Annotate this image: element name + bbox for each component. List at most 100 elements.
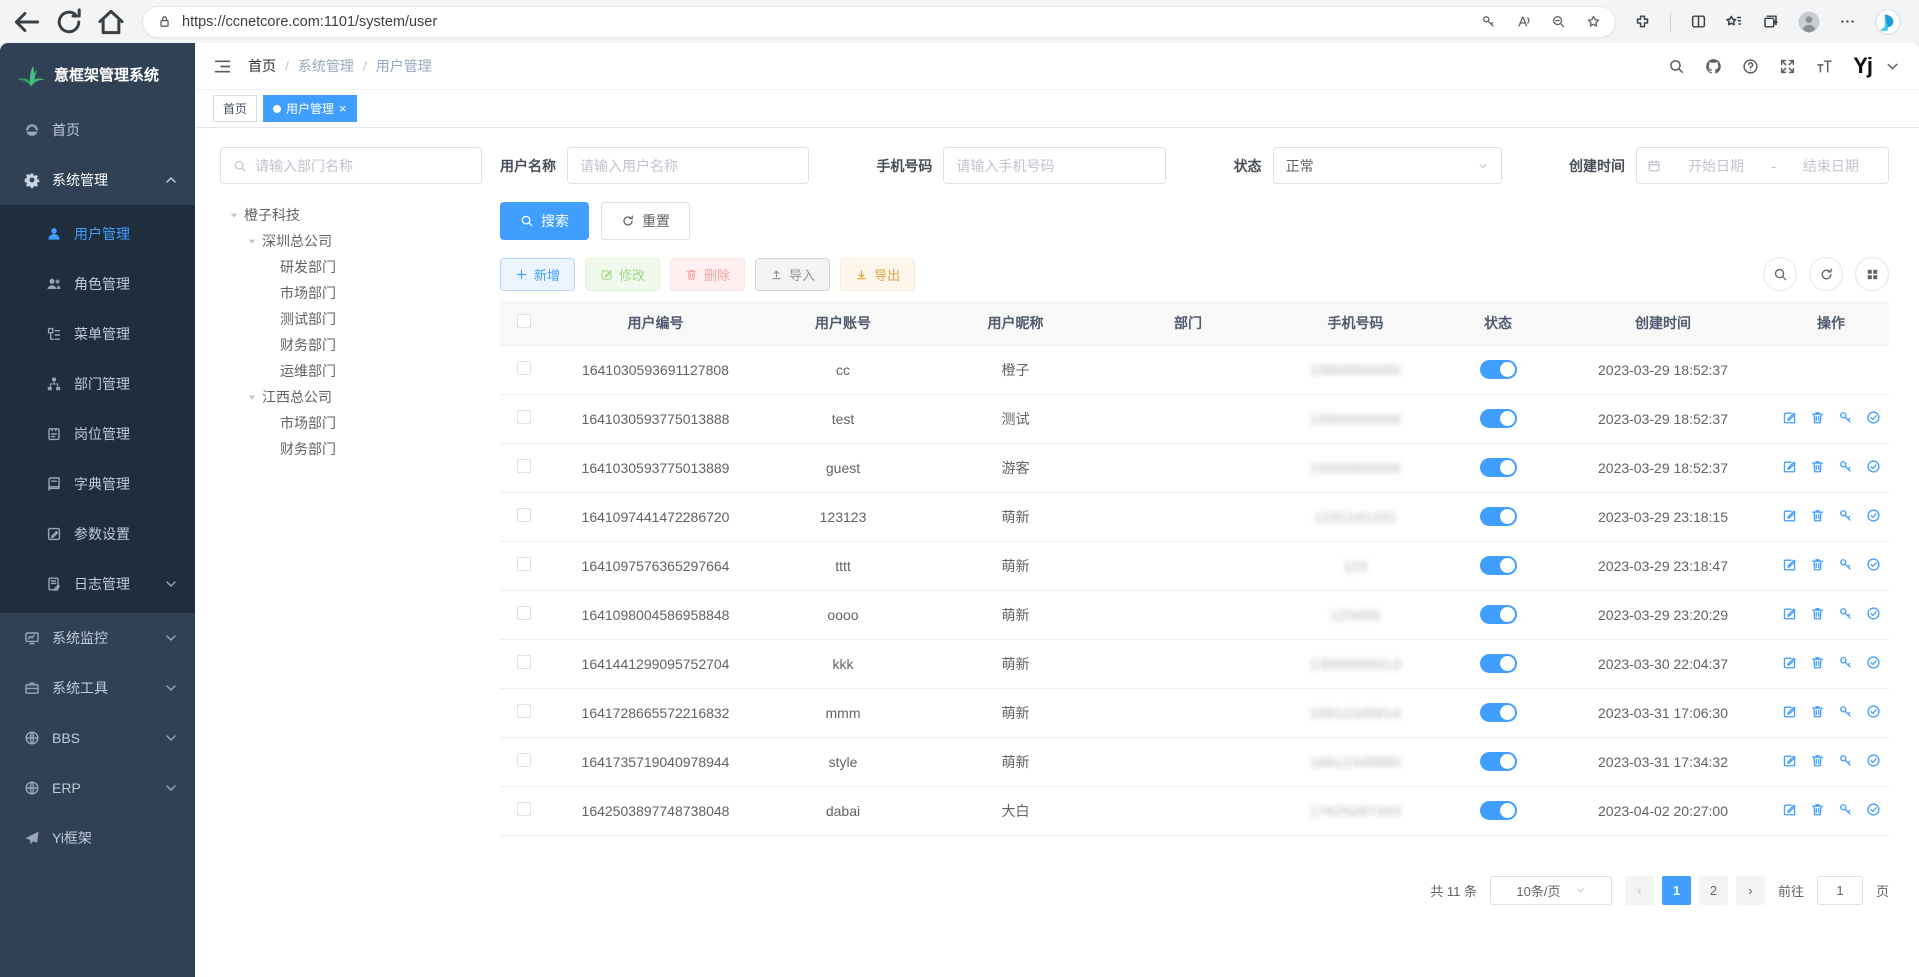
row-edit-icon[interactable] [1782,410,1797,425]
row-delete-icon[interactable] [1810,606,1825,621]
row-edit-icon[interactable] [1782,802,1797,817]
sidebar-item-menu-management[interactable]: 菜单管理 [0,309,195,359]
favorites-icon[interactable] [1726,13,1743,30]
row-checkbox[interactable] [517,753,531,767]
sidebar-item-dict-management[interactable]: 字典管理 [0,459,195,509]
app-logo[interactable]: 意框架管理系统 [0,43,195,105]
split-screen-icon[interactable] [1690,13,1707,30]
row-assign-icon[interactable] [1866,655,1881,670]
status-toggle[interactable] [1480,605,1517,624]
tree-node[interactable]: 运维部门 [220,358,482,384]
status-select[interactable]: 正常 [1273,147,1502,184]
tree-node[interactable]: 财务部门 [220,332,482,358]
tree-node[interactable]: 市场部门 [220,410,482,436]
tree-node[interactable]: 橙子科技 [220,202,482,228]
row-reset-password-icon[interactable] [1838,410,1853,425]
row-checkbox[interactable] [517,802,531,816]
github-icon[interactable] [1705,58,1722,75]
profile-avatar[interactable] [1798,11,1820,33]
chevron-down-icon[interactable] [1884,58,1901,75]
tree-expand-icon[interactable] [242,392,262,403]
row-delete-icon[interactable] [1810,802,1825,817]
tree-node[interactable]: 测试部门 [220,306,482,332]
row-reset-password-icon[interactable] [1838,802,1853,817]
sidebar-item-dept-management[interactable]: 部门管理 [0,359,195,409]
favorite-add-icon[interactable] [1586,14,1601,29]
prev-page-button[interactable]: ‹ [1625,876,1654,905]
url-text[interactable]: https://ccnetcore.com:1101/system/user [182,14,437,30]
status-toggle[interactable] [1480,458,1517,477]
sidebar-item-yi-framework[interactable]: Yi框架 [0,813,195,863]
toolbar-search-button[interactable] [1763,257,1797,291]
sidebar-item-bbs[interactable]: BBS [0,713,195,763]
sidebar-item-erp[interactable]: ERP [0,763,195,813]
row-assign-icon[interactable] [1866,508,1881,523]
toolbar-refresh-button[interactable] [1809,257,1843,291]
import-button[interactable]: 导入 [755,258,830,291]
delete-button[interactable]: 删除 [670,258,745,291]
row-delete-icon[interactable] [1810,655,1825,670]
back-icon[interactable] [10,5,44,39]
tree-node[interactable]: 财务部门 [220,436,482,462]
row-assign-icon[interactable] [1866,459,1881,474]
row-reset-password-icon[interactable] [1838,508,1853,523]
search-icon[interactable] [1668,58,1685,75]
collapse-sidebar-icon[interactable] [213,57,232,76]
row-assign-icon[interactable] [1866,802,1881,817]
tree-node[interactable]: 深圳总公司 [220,228,482,254]
goto-page-input[interactable] [1817,876,1863,905]
start-date-placeholder[interactable]: 开始日期 [1669,156,1763,176]
row-checkbox[interactable] [517,704,531,718]
row-edit-icon[interactable] [1782,557,1797,572]
fullscreen-icon[interactable] [1779,58,1796,75]
status-toggle[interactable] [1480,654,1517,673]
zoom-out-icon[interactable] [1551,14,1566,29]
row-edit-icon[interactable] [1782,508,1797,523]
row-edit-icon[interactable] [1782,606,1797,621]
sidebar-item-param-settings[interactable]: 参数设置 [0,509,195,559]
dept-search-input[interactable] [255,158,469,174]
phone-input[interactable] [956,158,1153,174]
next-page-button[interactable]: › [1736,876,1765,905]
row-reset-password-icon[interactable] [1838,704,1853,719]
row-assign-icon[interactable] [1866,410,1881,425]
sidebar-item-post-management[interactable]: 岗位管理 [0,409,195,459]
home-icon[interactable] [94,5,128,39]
row-assign-icon[interactable] [1866,704,1881,719]
row-checkbox[interactable] [517,508,531,522]
tab-inactive[interactable]: 首页 [213,95,257,122]
collections-icon[interactable] [1762,13,1779,30]
status-toggle[interactable] [1480,360,1517,379]
row-checkbox[interactable] [517,655,531,669]
row-checkbox[interactable] [517,606,531,620]
row-reset-password-icon[interactable] [1838,606,1853,621]
refresh-icon[interactable] [52,5,86,39]
toolbar-grid-button[interactable] [1855,257,1889,291]
row-delete-icon[interactable] [1810,704,1825,719]
font-size-icon[interactable] [1816,58,1833,75]
export-button[interactable]: 导出 [840,258,915,291]
address-bar[interactable]: https://ccnetcore.com:1101/system/user [142,6,1616,38]
row-checkbox[interactable] [517,459,531,473]
row-delete-icon[interactable] [1810,410,1825,425]
add-button[interactable]: 新增 [500,258,575,291]
date-range-picker[interactable]: 开始日期 - 结束日期 [1636,147,1889,184]
row-reset-password-icon[interactable] [1838,459,1853,474]
end-date-placeholder[interactable]: 结束日期 [1784,156,1878,176]
reset-button[interactable]: 重置 [601,202,690,240]
status-toggle[interactable] [1480,507,1517,526]
sidebar-item-system-tools[interactable]: 系统工具 [0,663,195,713]
row-edit-icon[interactable] [1782,704,1797,719]
row-reset-password-icon[interactable] [1838,557,1853,572]
row-delete-icon[interactable] [1810,508,1825,523]
tree-node[interactable]: 研发部门 [220,254,482,280]
row-edit-icon[interactable] [1782,459,1797,474]
row-checkbox[interactable] [517,557,531,571]
extensions-icon[interactable] [1634,13,1651,30]
row-delete-icon[interactable] [1810,753,1825,768]
status-toggle[interactable] [1480,703,1517,722]
help-icon[interactable] [1742,58,1759,75]
row-assign-icon[interactable] [1866,557,1881,572]
tree-expand-icon[interactable] [224,210,244,221]
modify-button[interactable]: 修改 [585,258,660,291]
